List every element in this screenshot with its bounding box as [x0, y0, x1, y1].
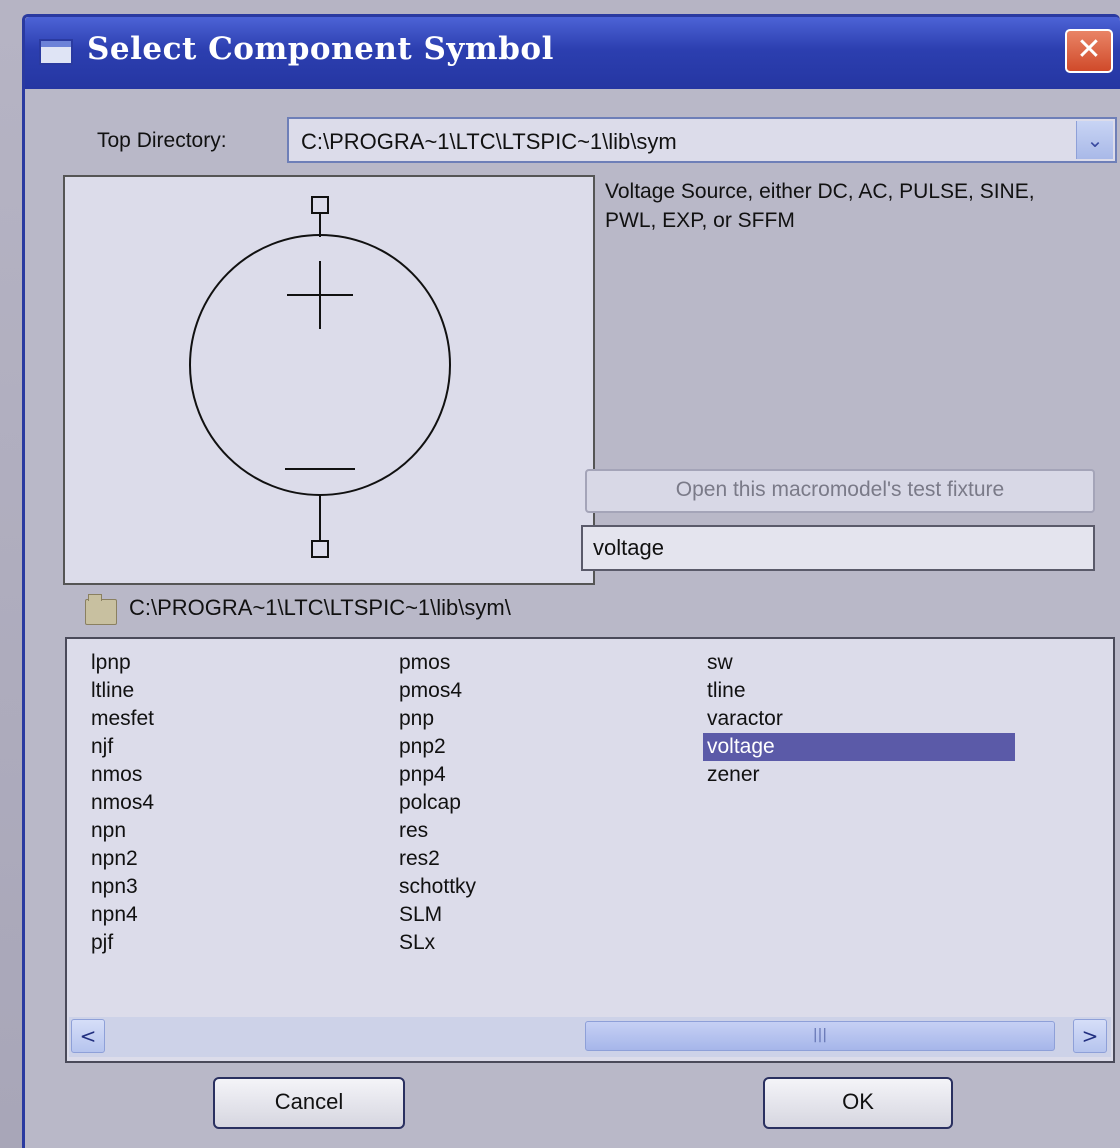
scroll-right-button[interactable]: >	[1073, 1019, 1107, 1053]
list-column-1: lpnp ltline mesfet njf nmos nmos4 npn np…	[87, 649, 154, 957]
list-item[interactable]: SLx	[395, 929, 476, 957]
list-item[interactable]: mesfet	[87, 705, 154, 733]
list-item[interactable]: lpnp	[87, 649, 154, 677]
list-item[interactable]: npn4	[87, 901, 154, 929]
list-item-selected[interactable]: voltage	[703, 733, 1015, 761]
title-bar: Select Component Symbol ✕	[25, 17, 1120, 89]
list-item[interactable]: schottky	[395, 873, 476, 901]
list-item[interactable]: nmos	[87, 761, 154, 789]
folder-icon	[85, 594, 117, 625]
list-item[interactable]: pmos4	[395, 677, 476, 705]
scroll-thumb[interactable]: |||	[585, 1021, 1055, 1051]
list-item[interactable]: res2	[395, 845, 476, 873]
top-directory-value: C:\PROGRA~1\LTC\LTSPIC~1\lib\sym	[301, 129, 677, 154]
top-pin	[311, 196, 329, 214]
symbol-list[interactable]: lpnp ltline mesfet njf nmos nmos4 npn np…	[65, 637, 1115, 1063]
close-button[interactable]: ✕	[1065, 29, 1113, 73]
voltage-source-symbol	[189, 196, 451, 558]
list-item[interactable]: pmos	[395, 649, 476, 677]
list-item[interactable]: SLM	[395, 901, 476, 929]
list-item[interactable]: res	[395, 817, 476, 845]
horizontal-scrollbar[interactable]: < ||| >	[69, 1017, 1111, 1057]
list-column-3: sw tline varactor voltage zener	[703, 649, 1015, 789]
symbol-preview	[63, 175, 595, 585]
top-directory-label: Top Directory:	[97, 129, 227, 152]
list-item[interactable]: npn2	[87, 845, 154, 873]
list-item[interactable]: pnp	[395, 705, 476, 733]
list-item[interactable]: varactor	[703, 705, 1015, 733]
list-column-2: pmos pmos4 pnp pnp2 pnp4 polcap res res2…	[395, 649, 476, 957]
list-item[interactable]: pjf	[87, 929, 154, 957]
list-item[interactable]: npn	[87, 817, 154, 845]
list-item[interactable]: zener	[703, 761, 1015, 789]
symbol-search-input[interactable]	[581, 525, 1095, 571]
list-item[interactable]: njf	[87, 733, 154, 761]
list-item[interactable]: ltline	[87, 677, 154, 705]
symbol-description: Voltage Source, either DC, AC, PULSE, SI…	[605, 180, 1035, 232]
select-component-dialog: Select Component Symbol ✕ Top Directory:…	[22, 14, 1120, 1148]
list-item[interactable]: npn3	[87, 873, 154, 901]
current-path-label: C:\PROGRA~1\LTC\LTSPIC~1\lib\sym\	[129, 595, 511, 620]
window-icon	[39, 39, 73, 65]
list-item[interactable]: nmos4	[87, 789, 154, 817]
ok-button[interactable]: OK	[763, 1077, 953, 1129]
open-test-fixture-button[interactable]: Open this macromodel's test fixture	[585, 469, 1095, 513]
list-item[interactable]: pnp2	[395, 733, 476, 761]
list-item[interactable]: pnp4	[395, 761, 476, 789]
bottom-pin	[311, 540, 329, 558]
cancel-button[interactable]: Cancel	[213, 1077, 405, 1129]
top-directory-combobox[interactable]: C:\PROGRA~1\LTC\LTSPIC~1\lib\sym ⌄	[287, 117, 1117, 163]
list-item[interactable]: tline	[703, 677, 1015, 705]
chevron-down-icon[interactable]: ⌄	[1076, 121, 1113, 159]
window-title: Select Component Symbol	[87, 31, 554, 67]
scroll-left-button[interactable]: <	[71, 1019, 105, 1053]
list-item[interactable]: sw	[703, 649, 1015, 677]
list-item[interactable]: polcap	[395, 789, 476, 817]
